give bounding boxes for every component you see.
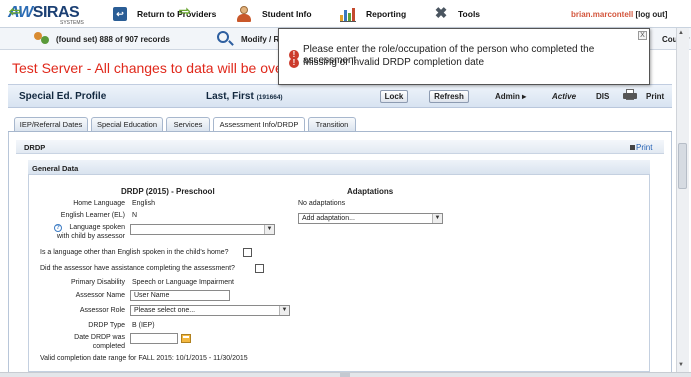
status-label: Active (552, 92, 577, 101)
english-learner-label: English Learner (EL) (60, 212, 125, 219)
english-learner-value: N (132, 212, 138, 219)
horizontal-scrollbar-thumb[interactable] (340, 373, 350, 377)
date-completed-input[interactable] (130, 333, 178, 344)
adaptations-heading: Adaptations (347, 187, 394, 196)
language-spoken-label: with child by assessor (56, 233, 125, 240)
dis-link[interactable]: DIS (596, 92, 609, 101)
refresh-button[interactable]: Refresh (429, 90, 469, 103)
scrollbar-thumb[interactable] (678, 143, 687, 189)
tab-transition[interactable]: Transition (308, 117, 356, 131)
drdp-section-header (16, 140, 664, 154)
page-title: Special Ed. Profile (19, 91, 107, 102)
return-to-providers-button[interactable]: ↩ Return to Providers (113, 4, 216, 24)
assessor-role-label: Assessor Role (79, 307, 125, 314)
scroll-down-icon[interactable]: ▼ (678, 362, 684, 368)
found-set-people-icon[interactable] (34, 32, 50, 46)
valid-date-range-text: Valid completion date range for FALL 201… (40, 355, 248, 362)
chevron-down-icon: ▼ (279, 306, 289, 315)
vertical-scrollbar[interactable] (676, 28, 689, 373)
scroll-up-icon[interactable]: ▲ (678, 30, 684, 36)
language-spoken-select[interactable]: ▼ (130, 224, 275, 235)
assessor-role-select[interactable]: Please select one... ▼ (130, 305, 290, 316)
chevron-down-icon: ▼ (264, 225, 274, 234)
printer-icon (630, 145, 635, 151)
drdp-section-title: DRDP (24, 143, 46, 152)
assessor-name-input[interactable]: User Name (130, 290, 230, 301)
lock-button[interactable]: Lock (380, 90, 408, 103)
error-message: ! Missing or invalid DRDP completion dat… (289, 57, 484, 68)
student-id: (191664) (256, 94, 283, 101)
tab-iep-referral-dates[interactable]: IEP/Referral Dates (14, 117, 88, 131)
return-arrow-icon: ↩ (113, 7, 127, 21)
chevron-down-icon: ▼ (432, 214, 442, 223)
validation-error-popup: X ! Please enter the role/occupation of … (278, 28, 650, 85)
error-icon: ! (289, 57, 299, 68)
primary-disability-label: Primary Disability (70, 279, 125, 286)
search-icon[interactable] (217, 31, 229, 43)
previous-record-arrow-icon[interactable]: ⇦ (9, 3, 21, 19)
assessor-assistance-question: Did the assessor have assistance complet… (40, 265, 235, 272)
wrench-screwdriver-icon: ✖ (434, 5, 448, 22)
primary-disability-value: Speech or Language Impairment (132, 279, 234, 286)
username-link[interactable]: brian.marcontell (571, 10, 633, 19)
user-area: brian.marcontell [log out] (571, 10, 667, 19)
drdp-type-label: DRDP Type (88, 322, 125, 329)
assessor-name-label: Assessor Name (75, 292, 125, 299)
tools-button[interactable]: ✖ Tools (432, 4, 480, 24)
assessor-assistance-checkbox[interactable] (255, 264, 264, 273)
general-data-header (28, 160, 650, 175)
print-link[interactable]: Print (646, 92, 664, 101)
drdp-print-link[interactable]: Print (630, 143, 652, 152)
admin-menu[interactable]: Admin ▸ (495, 92, 526, 101)
home-language-value: English (132, 200, 155, 207)
date-completed-label: Date DRDP was (74, 334, 125, 341)
reporting-button[interactable]: Reporting (340, 4, 406, 24)
adaptations-status: No adaptations (298, 200, 346, 207)
student-name: Last, First (191664) (206, 91, 283, 102)
tab-services[interactable]: Services (166, 117, 210, 131)
other-language-question: Is a language other than English spoken … (40, 249, 229, 256)
student-info-button[interactable]: Student Info (236, 4, 312, 24)
add-adaptation-select[interactable]: Add adaptation... ▼ (298, 213, 443, 224)
modify-search-link[interactable]: Modify / R (241, 35, 279, 44)
tab-assessment-info-drdp[interactable]: Assessment Info/DRDP (213, 117, 305, 132)
tab-special-education[interactable]: Special Education (91, 117, 163, 131)
other-language-checkbox[interactable] (243, 248, 252, 257)
close-popup-button[interactable]: X (638, 31, 647, 40)
test-server-warning: Test Server - All changes to data will b… (12, 60, 310, 76)
home-language-label: Home Language (73, 200, 125, 207)
drdp-form-heading: DRDP (2015) - Preschool (121, 187, 215, 196)
drdp-type-value: B (IEP) (132, 322, 155, 329)
next-record-arrow-icon[interactable]: ⇨ (179, 3, 191, 19)
student-person-icon (236, 6, 252, 22)
language-spoken-label: Language spoken (69, 224, 125, 231)
printer-icon[interactable] (623, 89, 637, 101)
bar-chart-icon (340, 6, 356, 22)
calendar-icon[interactable] (181, 334, 191, 343)
general-data-title: General Data (32, 164, 79, 173)
date-completed-label: completed (92, 343, 125, 350)
logout-link[interactable]: [log out] (635, 10, 667, 19)
record-count: (found set) 888 of 907 records (56, 35, 170, 44)
